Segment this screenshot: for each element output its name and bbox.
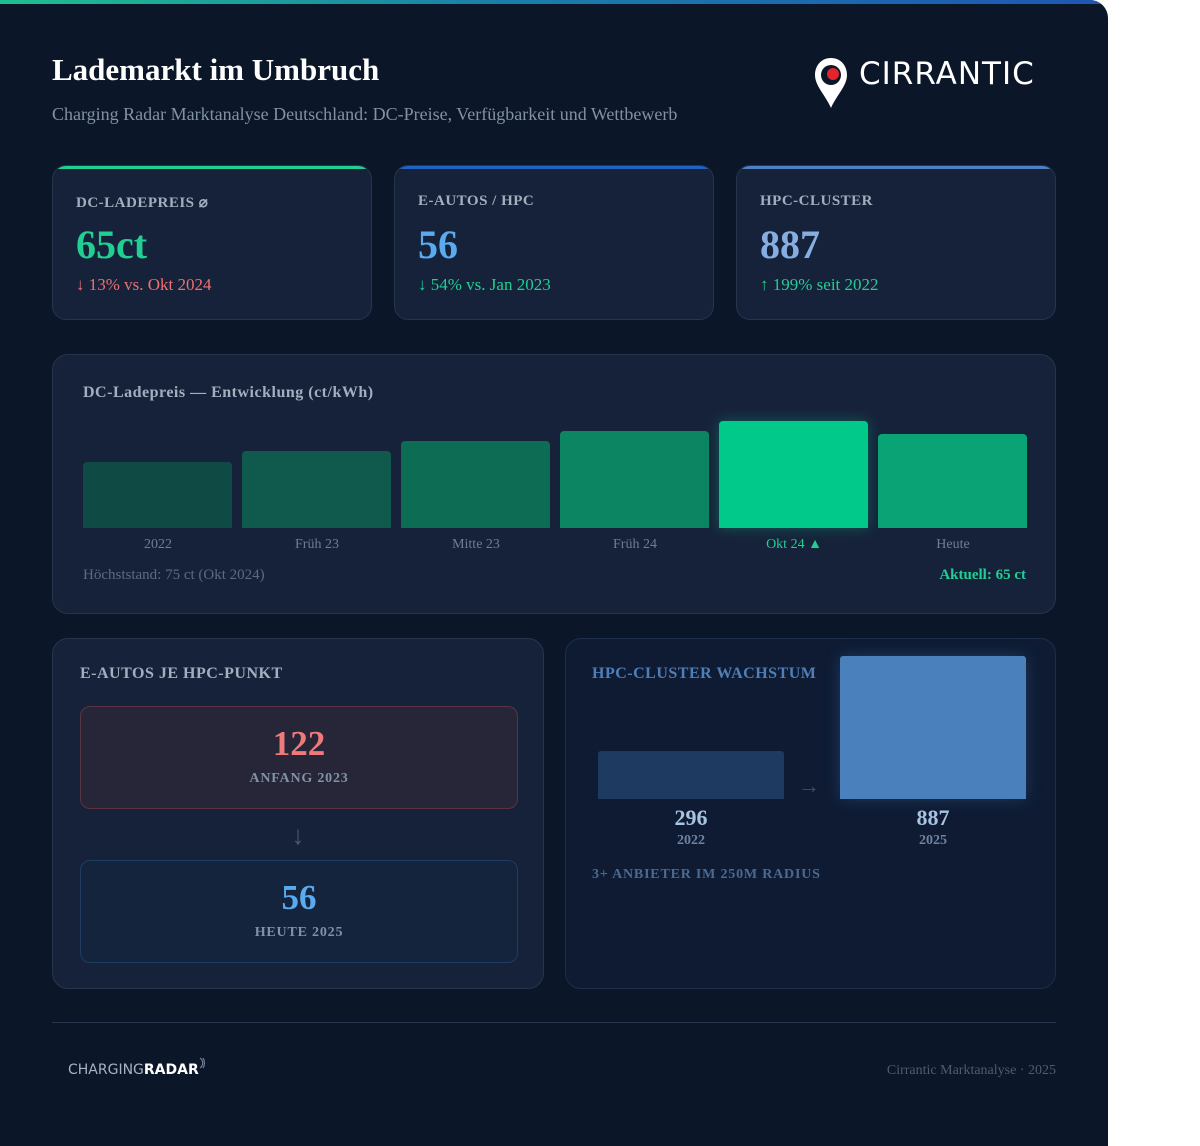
kpi-card-hpc-cluster: HPC-CLUSTER 887 ↑ 199% seit 2022 xyxy=(736,165,1056,320)
cluster-bar xyxy=(598,751,784,799)
kpi-card-dc-price: DC-LADEPREIS ⌀ 65ct ↓ 13% vs. Okt 2024 xyxy=(52,165,372,320)
cluster-note: 3+ ANBIETER IM 250M RADIUS xyxy=(592,867,821,882)
location-pin-icon xyxy=(815,58,847,108)
cluster-year: 2022 xyxy=(677,833,705,848)
x-tick-label: Heute xyxy=(936,537,970,552)
before-value: 122 xyxy=(272,724,326,763)
price-bar xyxy=(719,421,868,528)
price-bar xyxy=(83,462,232,528)
kpi-label: HPC-CLUSTER xyxy=(760,193,874,209)
before-label: ANFANG 2023 xyxy=(249,771,349,786)
infographic-card: Lademarkt im Umbruch Charging Radar Mark… xyxy=(0,0,1108,1146)
kpi-label: DC-LADEPREIS ⌀ xyxy=(76,195,209,211)
after-value: 56 xyxy=(281,878,317,917)
cluster-value: 887 xyxy=(916,805,950,830)
ev-per-hpc-panel: E-AUTOS JE HPC-PUNKT 122 ANFANG 2023 ↓ 5… xyxy=(52,638,544,989)
x-tick-label: Früh 23 xyxy=(295,537,339,552)
kpi-accent xyxy=(737,166,1055,169)
kpi-delta: ↓ 54% vs. Jan 2023 xyxy=(418,275,551,294)
kpi-accent xyxy=(395,166,713,169)
arrow-down-icon: ↓ xyxy=(291,821,305,850)
cluster-year: 2025 xyxy=(919,833,947,848)
brand-light: CHARGING xyxy=(68,1062,144,1078)
chart-peak-note: Höchststand: 75 ct (Okt 2024) xyxy=(83,567,265,583)
x-tick-label: Früh 24 xyxy=(613,537,657,552)
price-bar xyxy=(401,441,550,528)
x-tick-label: Okt 24 ▲ xyxy=(766,537,822,552)
panel-title: HPC-CLUSTER WACHSTUM xyxy=(592,665,817,682)
after-box: 56 HEUTE 2025 xyxy=(80,860,518,963)
kpi-accent xyxy=(53,166,371,169)
arrow-right-icon: → xyxy=(798,773,820,798)
page-title: Lademarkt im Umbruch xyxy=(52,52,380,87)
price-bar xyxy=(242,451,391,528)
before-box: 122 ANFANG 2023 xyxy=(80,706,518,809)
after-label: HEUTE 2025 xyxy=(254,925,344,940)
charging-radar-logo: CHARGINGRADAR xyxy=(68,1057,205,1078)
cluster-bar xyxy=(840,656,1026,799)
chart-title: DC-Ladepreis — Entwicklung (ct/kWh) xyxy=(83,384,374,401)
brand-bold: RADAR xyxy=(143,1062,199,1078)
kpi-label: E-AUTOS / HPC xyxy=(418,193,535,209)
kpi-value: 887 xyxy=(760,222,820,267)
price-bar xyxy=(560,431,709,528)
kpi-delta: ↓ 13% vs. Okt 2024 xyxy=(76,275,212,294)
kpi-value: 56 xyxy=(418,222,458,267)
price-chart-panel: DC-Ladepreis — Entwicklung (ct/kWh) Höch… xyxy=(52,354,1056,614)
kpi-delta: ↑ 199% seit 2022 xyxy=(760,275,879,294)
cirrantic-logo: CIRRANTIC xyxy=(813,56,1053,112)
footer-credit: Cirrantic Marktanalyse · 2025 xyxy=(886,1063,1056,1078)
price-bar xyxy=(878,434,1027,528)
cluster-value: 296 xyxy=(674,805,708,830)
kpi-value: 65ct xyxy=(76,222,148,267)
footer-divider xyxy=(52,1022,1056,1023)
x-tick-label: 2022 xyxy=(144,537,172,552)
cluster-growth-panel: HPC-CLUSTER WACHSTUM → 3+ ANBIETER IM 25… xyxy=(565,638,1056,989)
page-subtitle: Charging Radar Marktanalyse Deutschland:… xyxy=(52,104,678,124)
chart-current-value: Aktuell: 65 ct xyxy=(939,567,1026,583)
x-tick-label: Mitte 23 xyxy=(452,537,500,552)
logo-text: CIRRANTIC xyxy=(859,56,1035,92)
top-accent-line xyxy=(0,0,1108,4)
signal-icon xyxy=(199,1057,205,1069)
panel-title: E-AUTOS JE HPC-PUNKT xyxy=(80,665,283,682)
kpi-card-ev-per-hpc: E-AUTOS / HPC 56 ↓ 54% vs. Jan 2023 xyxy=(394,165,714,320)
